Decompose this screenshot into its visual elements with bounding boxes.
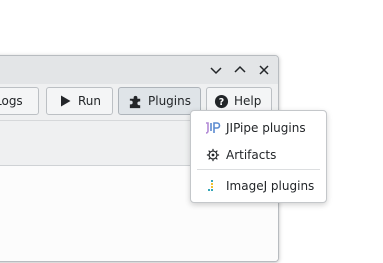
plugins-label: Plugins [148,94,191,108]
menu-item-label: Artifacts [226,148,277,162]
artifacts-gear-icon [205,147,221,163]
logs-button[interactable]: Logs [0,87,39,115]
help-icon: ? [213,93,229,109]
play-icon [57,93,73,109]
imagej-icon [205,178,221,194]
chevron-up-icon [234,65,246,73]
close-button[interactable] [257,63,271,77]
jipipe-icon [205,120,221,136]
run-button[interactable]: Run [46,87,113,115]
menu-item-label: JIPipe plugins [226,121,306,135]
menu-item-label: ImageJ plugins [226,179,315,193]
maximize-button[interactable] [233,63,247,77]
close-icon [259,65,269,75]
plugins-button[interactable]: Plugins [118,87,201,115]
puzzle-icon [127,93,143,109]
minimize-button[interactable] [209,63,223,77]
help-label: Help [234,94,262,108]
svg-text:?: ? [218,97,223,108]
title-bar [0,56,278,84]
menu-item-artifacts[interactable]: Artifacts [197,144,322,166]
logs-label: Logs [0,94,23,108]
run-label: Run [78,94,102,108]
menu-item-imagej-plugins[interactable]: ImageJ plugins [197,175,322,197]
chevron-down-icon [210,67,222,75]
menu-separator [197,169,320,170]
menu-item-jipipe-plugins[interactable]: JIPipe plugins [197,117,322,139]
plugins-menu: JIPipe plugins Artifacts ImageJ plugins [190,110,327,203]
